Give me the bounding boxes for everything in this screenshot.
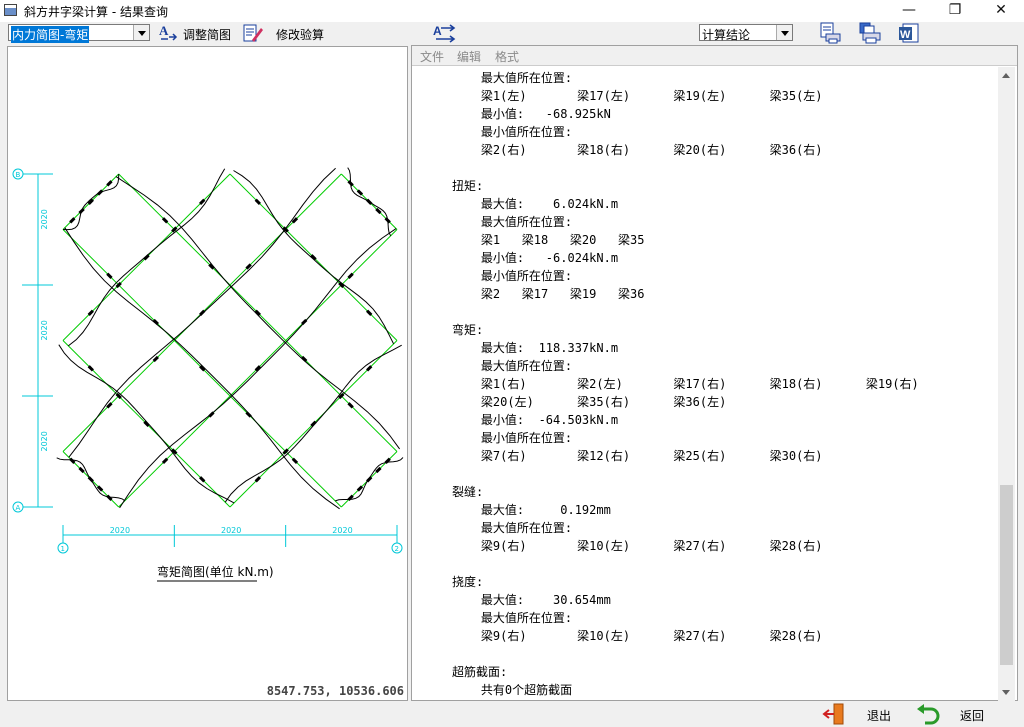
report-line: 裂缝: bbox=[452, 485, 484, 499]
scroll-down-icon[interactable] bbox=[998, 684, 1015, 701]
report-line: 梁7(右) 梁12(右) 梁25(右) 梁30(右) bbox=[452, 449, 823, 463]
title-bar: 斜方井字梁计算 - 结果查询 — ❐ ✕ bbox=[0, 0, 1024, 22]
toolbar: 内力简图-弯矩 A 调整简图 修改验算 A 计算结论 W bbox=[0, 22, 1024, 44]
scroll-up-icon[interactable] bbox=[998, 67, 1015, 84]
report-line: 最大值: 30.654mm bbox=[452, 593, 611, 607]
window-title: 斜方井字梁计算 - 结果查询 bbox=[24, 5, 168, 19]
diagram-panel: 2020 2020 2020 2020 2020 2020 B A 1 2 弯矩简图(单位 kN.m… bbox=[7, 46, 408, 701]
report-line: 最小值: -64.503kN.m bbox=[452, 413, 619, 427]
report-line: 梁9(右) 梁10(左) 梁27(右) 梁28(右) bbox=[452, 629, 823, 643]
report-line: 最大值所在位置: bbox=[452, 521, 573, 535]
text-direction-icon[interactable]: A bbox=[432, 22, 458, 44]
axis-label: 2 bbox=[395, 545, 399, 553]
report-line: 梁1(左) 梁17(左) 梁19(左) 梁35(左) bbox=[452, 89, 823, 103]
report-line: 最大值: 0.192mm bbox=[452, 503, 611, 517]
report-line: 梁9(右) 梁10(左) 梁27(右) 梁28(右) bbox=[452, 539, 823, 553]
exit-button[interactable]: 退出 bbox=[822, 703, 902, 725]
adjust-diagram-label: 调整简图 bbox=[183, 28, 232, 42]
report-line: 最大值所在位置: bbox=[452, 359, 573, 373]
print-icon[interactable] bbox=[858, 22, 882, 44]
results-panel: 文件 编辑 格式 最大值所在位置: 梁1(左) 梁17(左) 梁19(左) 梁3… bbox=[411, 45, 1018, 701]
modify-check-label: 修改验算 bbox=[276, 28, 325, 42]
result-type-value: 计算结论 bbox=[702, 28, 751, 42]
report-line: 最大值: 6.024kN.m bbox=[452, 197, 619, 211]
report-line: 最大值: 118.337kN.m bbox=[452, 341, 619, 355]
report-line: 最小值: -6.024kN.m bbox=[452, 251, 619, 265]
adjust-diagram-button[interactable]: A 调整简图 bbox=[158, 22, 236, 44]
cursor-coordinates: 8547.753, 10536.606 bbox=[266, 684, 404, 698]
report-text: 最大值所在位置: 梁1(左) 梁17(左) 梁19(左) 梁35(左) 最小值:… bbox=[412, 68, 997, 700]
menu-file[interactable]: 文件 bbox=[420, 48, 444, 65]
menu-edit[interactable]: 编辑 bbox=[457, 48, 481, 65]
moment-diagram: 2020 2020 2020 2020 2020 2020 B A 1 2 弯矩简图(单位 kN.m… bbox=[12, 167, 404, 582]
report-line: 最小值所在位置: bbox=[452, 125, 573, 139]
modify-check-button[interactable]: 修改验算 bbox=[242, 22, 332, 44]
print-preview-icon[interactable] bbox=[818, 22, 842, 44]
report-line: 最大值所在位置: bbox=[452, 215, 573, 229]
chevron-down-icon[interactable] bbox=[776, 25, 792, 40]
menu-format[interactable]: 格式 bbox=[495, 48, 519, 65]
report-menu-bar: 文件 编辑 格式 bbox=[412, 46, 1017, 66]
report-line: 共有0个超筋截面 bbox=[452, 683, 573, 697]
word-export-icon[interactable]: W bbox=[897, 22, 921, 44]
report-line: 最大值所在位置: bbox=[452, 611, 573, 625]
return-arrow-icon bbox=[917, 704, 940, 725]
report-line: 最小值: -68.925kN bbox=[452, 107, 611, 121]
report-line: 最小值所在位置: bbox=[452, 431, 573, 445]
report-line: 梁2 梁17 梁19 梁36 bbox=[452, 287, 645, 301]
report-line: 梁20(左) 梁35(右) 梁36(左) bbox=[452, 395, 727, 409]
axis-label: B bbox=[16, 171, 21, 179]
exit-door-icon bbox=[822, 703, 844, 725]
diagram-type-value: 内力简图-弯矩 bbox=[11, 26, 90, 43]
report-line: 梁2(右) 梁18(右) 梁20(右) 梁36(右) bbox=[452, 143, 823, 157]
diagram-type-select[interactable]: 内力简图-弯矩 bbox=[8, 24, 150, 43]
restore-button[interactable]: ❐ bbox=[932, 0, 978, 22]
result-type-select[interactable]: 计算结论 bbox=[699, 24, 793, 42]
axis-label: A bbox=[16, 504, 21, 512]
svg-text:A: A bbox=[159, 23, 169, 38]
report-line: 梁1 梁18 梁20 梁35 bbox=[452, 233, 645, 247]
report-line: 挠度: bbox=[452, 575, 484, 589]
axis-label: 1 bbox=[61, 545, 65, 553]
svg-text:W: W bbox=[900, 29, 911, 41]
report-line: 最小值所在位置: bbox=[452, 269, 573, 283]
diagram-caption: 弯矩简图(单位 kN.m) bbox=[157, 564, 274, 579]
svg-text:A: A bbox=[433, 24, 442, 38]
back-label: 返回 bbox=[960, 709, 985, 723]
report-line: 弯矩: bbox=[452, 323, 484, 337]
back-button[interactable]: 返回 bbox=[916, 703, 996, 725]
report-line: 扭矩: bbox=[452, 179, 484, 193]
dimension-label: 2020 bbox=[332, 526, 352, 535]
close-button[interactable]: ✕ bbox=[978, 0, 1024, 22]
exit-label: 退出 bbox=[867, 709, 892, 723]
dimension-label: 2020 bbox=[221, 526, 241, 535]
dimension-label: 2020 bbox=[40, 431, 49, 451]
report-line: 最大值所在位置: bbox=[452, 71, 573, 85]
report-line: 超筋截面: bbox=[452, 665, 508, 679]
minimize-button[interactable]: — bbox=[886, 0, 932, 22]
adjust-text-icon: A bbox=[159, 23, 178, 41]
report-scrollbar[interactable] bbox=[998, 67, 1015, 701]
dimension-label: 2020 bbox=[110, 526, 130, 535]
dimension-label: 2020 bbox=[40, 209, 49, 229]
report-line: 梁1(右) 梁2(左) 梁17(右) 梁18(右) 梁19(右) bbox=[452, 377, 919, 391]
edit-notes-icon bbox=[243, 24, 263, 42]
chevron-down-icon[interactable] bbox=[133, 25, 149, 40]
dimension-label: 2020 bbox=[40, 320, 49, 340]
app-icon bbox=[4, 4, 17, 16]
scroll-thumb[interactable] bbox=[1000, 485, 1013, 665]
